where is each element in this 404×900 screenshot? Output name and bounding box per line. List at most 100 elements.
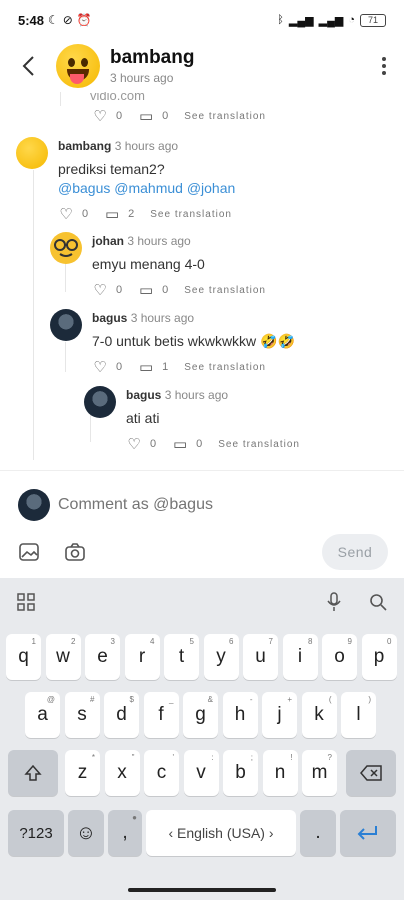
translate-link[interactable]: See translation — [150, 209, 232, 220]
key-a[interactable]: a @ — [25, 692, 60, 738]
key-f[interactable]: f _ — [143, 692, 179, 738]
key-p[interactable]: p0 — [361, 634, 397, 680]
heart-icon[interactable]: ♡ — [92, 359, 108, 376]
comment-author[interactable]: bagus — [92, 311, 127, 325]
comment-composer — [0, 480, 404, 530]
reply-icon[interactable]: ▭ — [138, 282, 154, 299]
comment-time: 3 hours ago — [127, 234, 191, 248]
key-s[interactable]: s # — [64, 692, 100, 738]
more-options-button[interactable] — [364, 57, 404, 75]
key-hint: 8 — [308, 637, 313, 646]
key-hint: # — [90, 695, 95, 704]
key-e[interactable]: e3 — [85, 634, 120, 680]
backspace-key[interactable] — [346, 750, 396, 796]
list-item: johan 3 hours ago emyu menang 4-0 ♡ 0 ▭ 0 … — [50, 232, 266, 299]
key-z[interactable]: z * — [65, 750, 100, 796]
key-hint: * — [91, 753, 95, 762]
comment-input[interactable] — [58, 496, 358, 514]
alarm-icon: ⏰ — [76, 13, 92, 27]
key-v[interactable]: v: — [183, 750, 219, 796]
key-hint: 7 — [268, 637, 273, 646]
key-x[interactable]: x " — [104, 750, 140, 796]
key-n[interactable]: n! — [262, 750, 298, 796]
key-u[interactable]: u7 — [243, 634, 278, 680]
cut-off-text: vidio.com — [90, 92, 145, 103]
nerd-face-icon — [54, 239, 78, 257]
back-button[interactable] — [0, 40, 56, 92]
avatar[interactable] — [56, 44, 100, 88]
avatar[interactable] — [50, 309, 82, 341]
heart-icon[interactable]: ♡ — [92, 282, 108, 299]
key-g[interactable]: g & — [183, 692, 218, 738]
translate-link[interactable]: See translation — [184, 285, 266, 296]
reply-icon[interactable]: ▭ — [172, 436, 188, 453]
shift-key[interactable] — [8, 750, 58, 796]
top-actions: ♡ 0 ▭ 0 See translation — [92, 108, 266, 125]
page-title: bambang — [110, 47, 195, 68]
keyboard-toolbar — [0, 578, 404, 626]
list-item: bambang 3 hours ago prediksi teman2? @bag… — [16, 137, 235, 223]
key-t[interactable]: t5 — [164, 634, 199, 680]
search-icon[interactable] — [366, 590, 390, 614]
key-hint: 1 — [31, 637, 36, 646]
avatar[interactable] — [84, 386, 116, 418]
heart-icon[interactable]: ♡ — [92, 108, 108, 125]
key-hint: 9 — [347, 637, 352, 646]
reply-icon[interactable]: ▭ — [138, 359, 154, 376]
translate-link[interactable]: See translation — [218, 439, 300, 450]
key-y[interactable]: y6 — [203, 634, 239, 680]
key-k[interactable]: k( — [301, 692, 337, 738]
image-icon[interactable] — [16, 539, 42, 565]
camera-icon[interactable] — [62, 539, 88, 565]
key-hint: 5 — [189, 637, 194, 646]
symbols-key[interactable]: ?123 — [8, 810, 64, 856]
key-w[interactable]: w2 — [45, 634, 81, 680]
translate-link[interactable]: See translation — [184, 111, 266, 122]
chevron-left-icon — [22, 56, 34, 76]
reply-icon[interactable]: ▭ — [138, 108, 154, 125]
key-hint: ( — [328, 695, 332, 704]
key-i[interactable]: i8 — [282, 634, 318, 680]
avatar — [18, 489, 50, 521]
reply-icon[interactable]: ▭ — [104, 206, 120, 223]
heart-icon[interactable]: ♡ — [58, 206, 74, 223]
key-d[interactable]: d $ — [104, 692, 139, 738]
key-o[interactable]: o9 — [322, 634, 357, 680]
key-row-2: a @ s # d $ f _ g & h - j + k(l) — [0, 692, 404, 738]
comment-author[interactable]: bagus — [126, 388, 161, 402]
comma-key[interactable]: , ● — [108, 810, 142, 856]
translate-link[interactable]: See translation — [184, 362, 266, 373]
microphone-icon[interactable] — [322, 590, 346, 614]
key-h[interactable]: h- — [222, 692, 258, 738]
battery-icon: 71 — [360, 13, 386, 27]
avatar[interactable] — [16, 137, 48, 169]
mention-links[interactable]: @bagus @mahmud @johan — [58, 180, 235, 196]
comment-text: 7-0 untuk betis wkwkwkkw 🤣🤣 — [92, 333, 295, 349]
avatar[interactable] — [50, 232, 82, 264]
space-key[interactable]: ‹ English (USA) › — [146, 810, 296, 856]
key-m[interactable]: m? — [302, 750, 337, 796]
grid-icon[interactable] — [14, 590, 38, 614]
key-l[interactable]: l) — [341, 692, 376, 738]
key-c[interactable]: c ' — [144, 750, 179, 796]
key-hint: 0 — [387, 637, 392, 646]
send-button[interactable]: Send — [322, 534, 388, 570]
key-r[interactable]: r4 — [124, 634, 160, 680]
divider — [0, 470, 404, 471]
bluetooth-icon: ᛒ — [277, 14, 284, 26]
heart-icon[interactable]: ♡ — [126, 436, 142, 453]
emoji-key[interactable]: ☺ — [68, 810, 104, 856]
key-j[interactable]: j + — [262, 692, 297, 738]
list-item: bagus 3 hours ago ati ati ♡ 0 ▭ 0 See tran… — [84, 386, 300, 453]
shift-icon — [24, 764, 42, 781]
comment-thread: vidio.com ♡ 0 ▭ 0 See translation bambang … — [0, 92, 404, 460]
period-key[interactable]: . — [300, 810, 336, 856]
moon-icon: ☾ — [48, 13, 59, 27]
comment-author[interactable]: bambang — [58, 139, 111, 153]
key-b[interactable]: b; — [223, 750, 258, 796]
key-q[interactable]: q1 — [6, 634, 41, 680]
status-bar: 5:48 ☾ ⊘ ⏰ ᛒ ▂▄▆ ▂▄▆ ◔ 71 — [0, 0, 404, 40]
comment-author[interactable]: johan — [92, 234, 124, 248]
enter-key[interactable] — [340, 810, 396, 856]
key-hint: : — [211, 753, 214, 762]
